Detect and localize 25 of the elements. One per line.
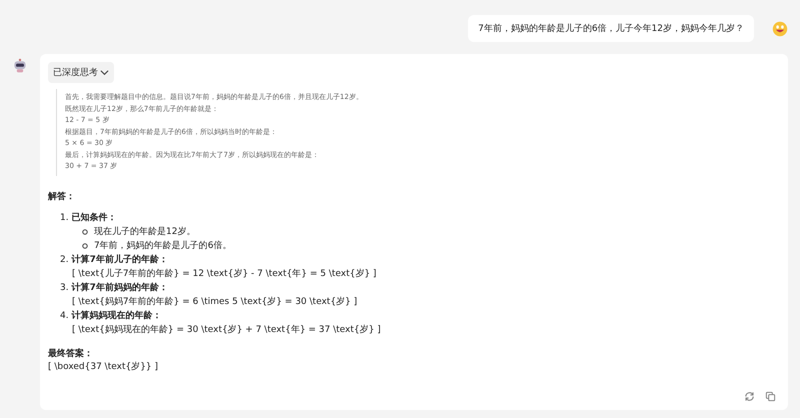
deep-thinking-toggle[interactable]: 已深度思考 xyxy=(48,62,114,83)
step-title: 计算7年前妈妈的年龄： xyxy=(72,281,168,294)
final-answer-text: [ \boxed{37 \text{岁}} ] xyxy=(48,360,160,374)
bullet-icon xyxy=(82,242,88,248)
step-number: 1. xyxy=(60,212,69,224)
refresh-icon[interactable] xyxy=(744,391,755,402)
formula-text: [ \text{儿子7年前的年龄} = 12 \text{岁} - 7 \text{年} = 5 \text{岁} ] xyxy=(72,268,378,280)
step-title: 计算7年前儿子的年龄： xyxy=(72,253,168,266)
chevron-icon xyxy=(100,68,109,77)
answer-heading: 解答： xyxy=(48,190,76,202)
final-answer-heading: 最终答案： xyxy=(48,347,94,360)
copy-icon[interactable] xyxy=(765,391,776,402)
step-number: 4. xyxy=(60,310,69,322)
step-number: 3. xyxy=(60,282,69,294)
step-number: 2. xyxy=(60,254,69,266)
formula-text: [ \text{妈妈7年前的年龄} = 6 \times 5 \text{岁} = 30 \text{岁} ] xyxy=(72,296,358,308)
robot-avatar-icon xyxy=(12,58,28,74)
user-message: 7年前，妈妈的年龄是儿子的6倍，儿子今年12岁，妈妈今年几岁？ xyxy=(468,15,754,42)
condition-text: 7年前，妈妈的年龄是儿子的6倍。 xyxy=(94,240,232,252)
smiley-avatar-icon xyxy=(772,20,788,36)
formula-text: [ \text{妈妈现在的年龄} = 30 \text{岁} + 7 \text{年} = 37 \text{岁} ] xyxy=(72,324,382,336)
bullet-icon xyxy=(82,228,88,234)
condition-text: 现在儿子的年龄是12岁。 xyxy=(94,226,196,238)
step-title: 计算妈妈现在的年龄： xyxy=(72,309,162,322)
step-title: 已知条件： xyxy=(72,212,117,224)
